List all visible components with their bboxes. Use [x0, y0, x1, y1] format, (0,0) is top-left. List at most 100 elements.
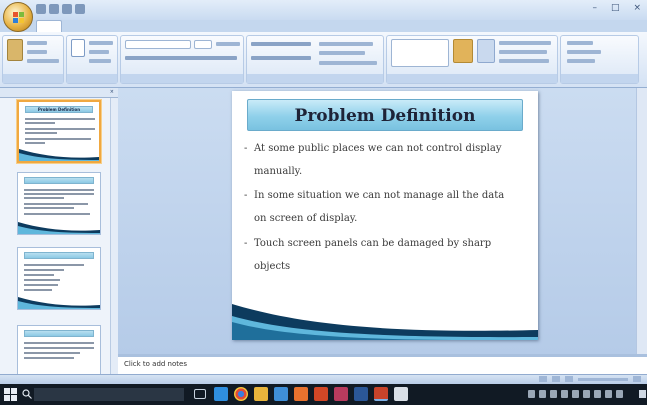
tab-review[interactable] [192, 20, 216, 32]
edge-browser-icon[interactable] [214, 387, 228, 401]
system-tray [528, 390, 623, 398]
tab-design[interactable] [94, 20, 118, 32]
thumbnail-text-line [24, 264, 84, 266]
thumbnail-text-line [24, 279, 60, 281]
word-taskbar-icon[interactable] [354, 387, 368, 401]
tab-animations[interactable] [122, 20, 154, 32]
windows-start-icon[interactable] [4, 388, 17, 401]
arrange-icon[interactable] [453, 39, 473, 63]
slide-thumbnail[interactable]: Problem Definition [17, 100, 101, 163]
tray-icon[interactable] [605, 390, 612, 398]
thumbnail-wave-graphic [18, 297, 100, 309]
bullet-item[interactable]: - At some public places we can not contr… [244, 138, 528, 183]
slideshow-view-icon[interactable] [565, 376, 573, 382]
normal-view-icon[interactable] [539, 376, 547, 382]
format-painter-button[interactable] [27, 59, 59, 63]
tab-insert[interactable] [66, 20, 90, 32]
layout-button[interactable] [89, 41, 113, 45]
taskbar-search-box[interactable] [34, 388, 184, 401]
thumbnail-text-line [24, 289, 52, 291]
tray-icon[interactable] [583, 390, 590, 398]
thumbnail-text-line [24, 189, 94, 191]
tray-icon[interactable] [616, 390, 623, 398]
group-label [67, 74, 117, 83]
alignment-buttons[interactable] [251, 56, 311, 60]
minimize-button[interactable]: – [592, 3, 597, 13]
thumbnail-title-box [24, 252, 94, 259]
powerpoint-open-icon[interactable] [374, 387, 388, 401]
redo-icon[interactable] [62, 4, 72, 14]
bullet-text-line: Touch screen panels can be damaged by sh… [254, 238, 492, 249]
tray-icon[interactable] [572, 390, 579, 398]
font-format-buttons[interactable] [125, 56, 237, 60]
store-icon[interactable] [274, 387, 288, 401]
maximize-button[interactable]: □ [611, 3, 620, 13]
title-placeholder[interactable]: Problem Definition [247, 99, 523, 131]
save-icon[interactable] [36, 4, 46, 14]
notes-pane[interactable]: Click to add notes [118, 354, 647, 374]
tab-view[interactable] [220, 20, 240, 32]
fit-to-window-icon[interactable] [633, 376, 641, 382]
find-button[interactable] [567, 41, 593, 45]
font-size-buttons[interactable] [216, 42, 240, 46]
quick-styles-icon[interactable] [477, 39, 495, 63]
font-size-box[interactable] [194, 40, 212, 49]
search-icon[interactable] [22, 389, 32, 399]
tab-slide-show[interactable] [158, 20, 188, 32]
slide-thumbnail[interactable] [17, 172, 101, 235]
delete-button[interactable] [89, 59, 111, 63]
close-button[interactable]: × [633, 3, 641, 13]
thumbnail-title-box [24, 177, 94, 184]
paste-icon[interactable] [7, 39, 23, 61]
shape-outline-button[interactable] [499, 50, 547, 54]
thumbnail-text-line [24, 213, 90, 215]
task-view-icon[interactable] [194, 389, 206, 399]
reset-button[interactable] [89, 50, 109, 54]
volume-icon[interactable] [539, 390, 546, 398]
notifications-icon[interactable] [639, 390, 646, 398]
thumbnail-text-line [24, 193, 94, 195]
media-player-icon[interactable] [294, 387, 308, 401]
thumbnail-title: Problem Definition [37, 107, 81, 112]
slide-thumbnail[interactable] [17, 247, 101, 310]
zoom-slider[interactable] [578, 377, 628, 381]
shapes-gallery[interactable] [391, 39, 449, 67]
chrome-icon[interactable] [234, 387, 248, 401]
file-explorer-icon[interactable] [254, 387, 268, 401]
slide-thumbnail[interactable] [17, 325, 101, 374]
bullet-item[interactable]: - Touch screen panels can be damaged by … [244, 233, 528, 278]
language-icon[interactable] [561, 390, 568, 398]
office-button[interactable] [3, 2, 33, 32]
app-taskbar-icon[interactable] [334, 387, 348, 401]
customize-qat-icon[interactable] [75, 4, 85, 14]
vertical-scrollbar[interactable] [636, 88, 647, 354]
copy-button[interactable] [27, 50, 47, 54]
app-taskbar-icon[interactable] [394, 387, 408, 401]
thumbnail-title-box [24, 330, 94, 337]
bullet-item[interactable]: - In some situation we can not manage al… [244, 185, 528, 230]
new-slide-icon[interactable] [71, 39, 85, 57]
tray-icon[interactable] [594, 390, 601, 398]
tab-home[interactable] [36, 20, 62, 32]
network-icon[interactable] [528, 390, 535, 398]
text-direction-button[interactable] [319, 42, 373, 46]
clipboard-group [2, 35, 64, 84]
shape-effects-button[interactable] [499, 59, 549, 63]
shape-fill-button[interactable] [499, 41, 551, 45]
font-name-box[interactable] [125, 40, 191, 49]
undo-icon[interactable] [49, 4, 59, 14]
powerpoint-taskbar-icon[interactable] [314, 387, 328, 401]
slide-sorter-icon[interactable] [552, 376, 560, 382]
thumbnail-scrollbar[interactable] [110, 98, 118, 374]
close-icon[interactable]: × [110, 89, 114, 95]
cut-button[interactable] [27, 41, 47, 45]
replace-button[interactable] [567, 50, 601, 54]
smartart-button[interactable] [319, 61, 377, 65]
thumbnail-text-line [25, 122, 55, 124]
list-buttons[interactable] [251, 42, 311, 46]
battery-icon[interactable] [550, 390, 557, 398]
slide[interactable]: Problem Definition - At some public plac… [232, 91, 538, 340]
thumbnail-text-line [24, 269, 64, 271]
align-text-button[interactable] [319, 51, 365, 55]
select-button[interactable] [567, 59, 595, 63]
